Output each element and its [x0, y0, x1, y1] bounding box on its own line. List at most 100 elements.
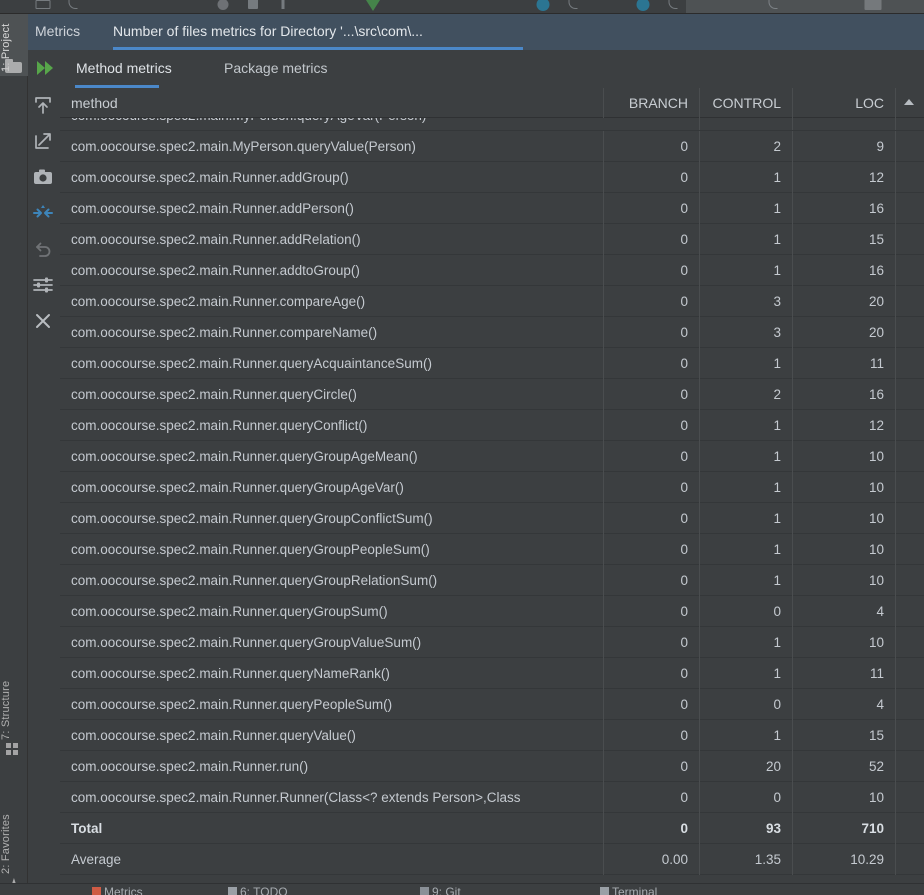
table-row[interactable]: com.oocourse.spec2.main.Runner.queryPeop…: [60, 689, 924, 720]
cell-control: 2: [700, 379, 793, 410]
cell-branch: 0: [604, 131, 700, 162]
cell-loc: 15: [793, 720, 896, 751]
cell-control: 3: [700, 317, 793, 348]
rerun-icon[interactable]: [37, 61, 59, 75]
cell-method: com.oocourse.spec2.main.Runner.queryCirc…: [60, 379, 604, 410]
cell-branch: 0: [604, 627, 700, 658]
cell-branch: 0: [604, 658, 700, 689]
toolbar-gap-6: [788, 0, 858, 13]
table-row[interactable]: com.oocourse.spec2.main.Runner.addPerson…: [60, 193, 924, 224]
image-icon[interactable]: [858, 0, 888, 13]
close-icon[interactable]: [32, 310, 56, 334]
table-row[interactable]: com.oocourse.spec2.main.Runner.addGroup(…: [60, 162, 924, 193]
status-item-git[interactable]: 9: Git: [432, 885, 461, 895]
profile-icon[interactable]: [758, 0, 788, 13]
metrics-header: Metrics Number of files metrics for Dire…: [28, 14, 924, 50]
cell-method: com.oocourse.spec2.main.Runner.queryValu…: [60, 720, 604, 751]
filter-settings-icon[interactable]: [32, 274, 56, 298]
metrics-table[interactable]: method BRANCH CONTROL LOC com.oocourse.s…: [60, 88, 924, 895]
export-icon[interactable]: [32, 94, 56, 118]
cell-control: 1: [700, 658, 793, 689]
circle-icon[interactable]: [208, 0, 238, 13]
cell-control: 1: [700, 627, 793, 658]
table-row[interactable]: com.oocourse.spec2.main.Runner.queryConf…: [60, 410, 924, 441]
table-row[interactable]: com.oocourse.spec2.main.Runner.queryGrou…: [60, 627, 924, 658]
column-header-loc[interactable]: LOC: [793, 88, 896, 118]
table-row-average[interactable]: Average 0.00 1.35 10.29: [60, 844, 924, 875]
column-header-branch[interactable]: BRANCH: [604, 88, 700, 118]
tab-metrics[interactable]: Metrics: [35, 14, 80, 50]
sort-ascending-icon[interactable]: [904, 99, 914, 105]
debug-blue-icon[interactable]: [528, 0, 558, 13]
open-external-icon[interactable]: [32, 130, 56, 154]
tab-method-metrics[interactable]: Method metrics: [76, 50, 172, 88]
cell-loc: 11: [793, 658, 896, 689]
table-row[interactable]: com.oocourse.spec2.main.Runner.compareNa…: [60, 317, 924, 348]
terminal-status-icon[interactable]: [600, 887, 609, 895]
table-row[interactable]: com.oocourse.spec2.main.Runner.addRelati…: [60, 224, 924, 255]
table-row[interactable]: com.oocourse.spec2.main.Runner.queryGrou…: [60, 596, 924, 627]
structure-grid-icon[interactable]: [5, 740, 23, 758]
cell-branch: [604, 118, 700, 130]
table-row-clipped[interactable]: com.oocourse.spec2.main.MyPerson.queryAg…: [60, 118, 924, 131]
run-green-icon[interactable]: [358, 0, 388, 13]
toolbar-gap-2: [298, 0, 358, 13]
cell-loc: 15: [793, 224, 896, 255]
cell-loc: 10: [793, 565, 896, 596]
coverage-blue-icon[interactable]: [628, 0, 658, 13]
metrics-status-icon[interactable]: [92, 887, 101, 895]
table-row[interactable]: com.oocourse.spec2.main.Runner.queryGrou…: [60, 441, 924, 472]
rectangle-icon[interactable]: [28, 0, 58, 13]
column-header-control[interactable]: CONTROL: [700, 88, 793, 118]
bar-icon[interactable]: [268, 0, 298, 13]
cell-control: 0: [700, 596, 793, 627]
sidebar-tab-favorites[interactable]: 2: Favorites: [0, 774, 28, 874]
tab-package-metrics[interactable]: Package metrics: [224, 50, 327, 88]
table-row[interactable]: com.oocourse.spec2.main.Runner.queryAcqu…: [60, 348, 924, 379]
todo-status-icon[interactable]: [228, 887, 237, 895]
cell-loc: 710: [793, 813, 896, 844]
toolbar-gap: [88, 0, 208, 13]
status-item-terminal[interactable]: Terminal: [612, 885, 657, 895]
status-item-metrics[interactable]: Metrics: [104, 885, 143, 895]
curve-arrow-icon-3[interactable]: [658, 0, 688, 13]
metrics-action-column: [28, 88, 60, 895]
table-row-total[interactable]: Total 0 93 710: [60, 813, 924, 844]
cell-branch: 0: [604, 813, 700, 844]
table-row[interactable]: com.oocourse.spec2.main.Runner.run() 0 20 5…: [60, 751, 924, 782]
table-row[interactable]: com.oocourse.spec2.main.Runner.queryGrou…: [60, 503, 924, 534]
cell-method: com.oocourse.spec2.main.Runner.queryName…: [60, 658, 604, 689]
cell-loc: 20: [793, 286, 896, 317]
camera-icon[interactable]: [32, 166, 56, 190]
git-status-icon[interactable]: [420, 887, 429, 895]
cell-branch: 0: [604, 224, 700, 255]
status-item-todo[interactable]: 6: TODO: [240, 885, 288, 895]
collapse-icon[interactable]: [32, 202, 56, 226]
sidebar-tab-structure[interactable]: 7: Structure: [0, 634, 28, 740]
table-row[interactable]: com.oocourse.spec2.main.Runner.compareAg…: [60, 286, 924, 317]
curve-arrow-icon[interactable]: [58, 0, 88, 13]
table-row[interactable]: com.oocourse.spec2.main.Runner.queryCirc…: [60, 379, 924, 410]
curve-arrow-icon-2[interactable]: [558, 0, 588, 13]
cell-branch: 0: [604, 286, 700, 317]
cell-loc: 10.29: [793, 844, 896, 875]
folder-icon[interactable]: [5, 58, 23, 76]
table-row[interactable]: com.oocourse.spec2.main.Runner.queryGrou…: [60, 472, 924, 503]
cell-loc: 11: [793, 348, 896, 379]
table-row[interactable]: com.oocourse.spec2.main.Runner.queryName…: [60, 658, 924, 689]
table-row[interactable]: com.oocourse.spec2.main.Runner.addtoGrou…: [60, 255, 924, 286]
cell-branch: 0: [604, 720, 700, 751]
cell-loc: 10: [793, 503, 896, 534]
table-row[interactable]: com.oocourse.spec2.main.Runner.Runner(Cl…: [60, 782, 924, 813]
table-row[interactable]: com.oocourse.spec2.main.Runner.queryValu…: [60, 720, 924, 751]
table-row[interactable]: com.oocourse.spec2.main.Runner.queryGrou…: [60, 534, 924, 565]
undo-icon[interactable]: [32, 238, 56, 262]
table-row[interactable]: com.oocourse.spec2.main.Runner.queryGrou…: [60, 565, 924, 596]
square-icon[interactable]: [238, 0, 268, 13]
tab-directory-metrics[interactable]: Number of files metrics for Directory '.…: [113, 14, 423, 50]
table-row[interactable]: com.oocourse.spec2.main.MyPerson.queryVa…: [60, 131, 924, 162]
cell-branch: 0: [604, 565, 700, 596]
toolbar-gap-4: [588, 0, 628, 13]
column-header-method[interactable]: method: [60, 88, 604, 118]
cell-branch: 0: [604, 472, 700, 503]
